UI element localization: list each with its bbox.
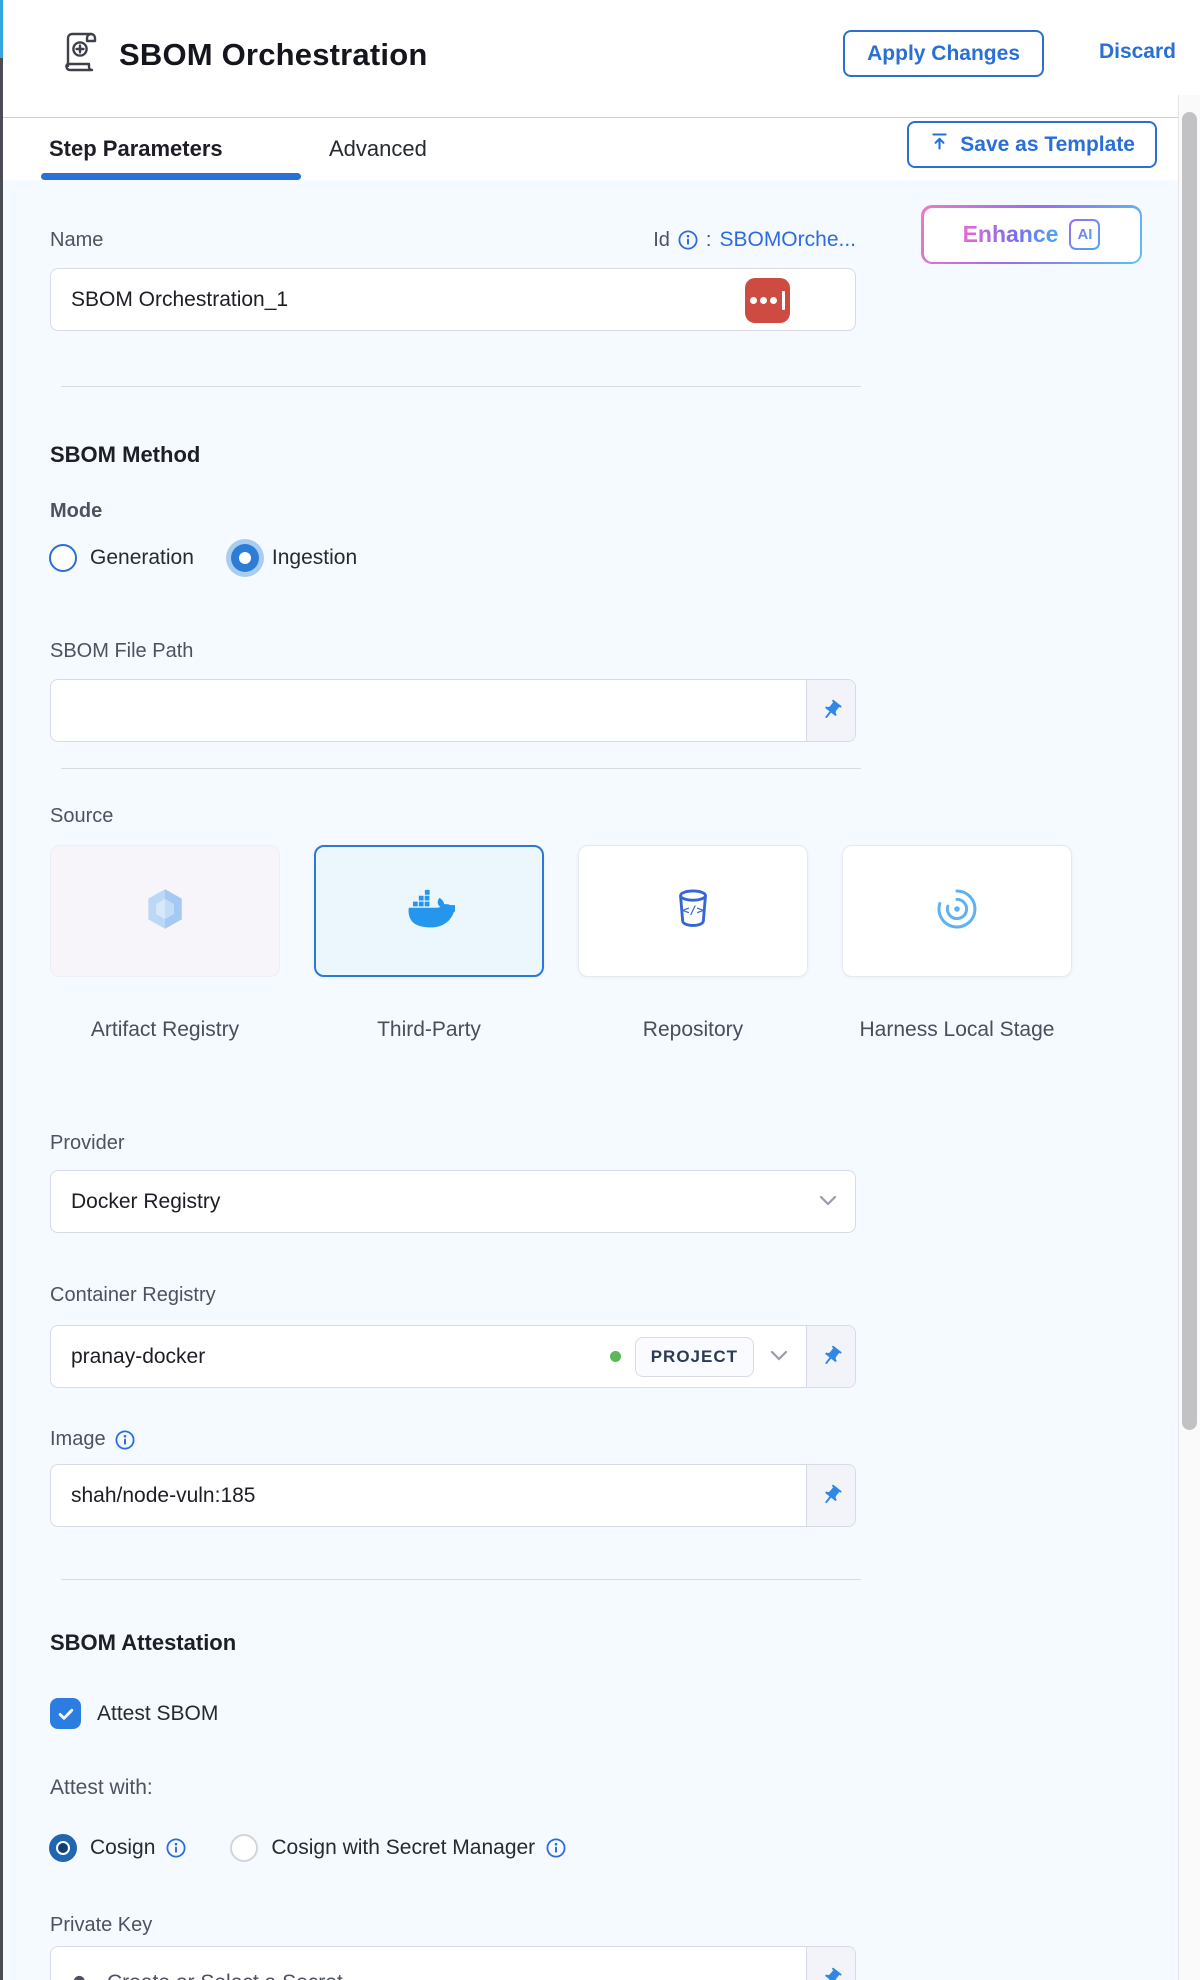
sbom-method-heading: SBOM Method <box>50 442 200 468</box>
pin-button[interactable] <box>806 1326 855 1387</box>
tab-bar: Step Parameters Advanced Save as Templat… <box>3 117 1200 180</box>
discard-button[interactable]: Discard <box>1099 40 1176 64</box>
attest-sbom-label[interactable]: Attest SBOM <box>97 1702 218 1726</box>
ai-badge: AI <box>1069 219 1100 250</box>
radio-ingestion-label[interactable]: Ingestion <box>272 546 357 570</box>
docker-icon <box>403 883 455 940</box>
section-divider <box>61 1579 861 1580</box>
tab-advanced[interactable]: Advanced <box>329 118 427 180</box>
enhance-ai-button[interactable]: Enhance AI <box>921 205 1142 264</box>
radio-ingestion[interactable] <box>231 544 259 572</box>
info-icon[interactable] <box>546 1838 566 1858</box>
image-label: Image <box>50 1428 106 1451</box>
sbom-step-panel: SBOM Orchestration Apply Changes Discard… <box>0 0 1200 1980</box>
id-label: Id <box>653 229 670 252</box>
scrollbar-thumb[interactable] <box>1182 112 1197 1430</box>
source-card-label: Repository <box>578 1016 808 1044</box>
container-registry-label: Container Registry <box>50 1284 216 1307</box>
source-card-label: Artifact Registry <box>50 1016 280 1044</box>
pin-button[interactable] <box>806 1465 855 1526</box>
step-id-value[interactable]: SBOMOrche... <box>719 228 856 252</box>
attest-sbom-checkbox[interactable] <box>50 1698 81 1729</box>
svg-text:</>: </> <box>682 902 703 916</box>
source-card-third-party[interactable] <box>314 845 544 977</box>
active-tab-indicator <box>41 173 301 180</box>
key-icon <box>73 1971 95 1980</box>
provider-selected-value: Docker Registry <box>51 1190 819 1214</box>
source-card-harness-local-stage[interactable] <box>842 845 1072 977</box>
info-icon[interactable] <box>166 1838 186 1858</box>
private-key-field[interactable]: Create or Select a Secret <box>50 1946 856 1980</box>
panel-header: SBOM Orchestration Apply Changes Discard <box>3 0 1200 117</box>
source-card-repository[interactable]: </> <box>578 845 808 977</box>
private-key-placeholder: Create or Select a Secret <box>107 1971 343 1980</box>
source-card-label: Harness Local Stage <box>842 1016 1072 1044</box>
provider-select[interactable]: Docker Registry <box>50 1170 856 1233</box>
container-registry-field: PROJECT <box>50 1325 856 1388</box>
section-divider <box>61 386 861 387</box>
scrollbar-track[interactable] <box>1178 95 1200 1980</box>
name-label: Name <box>50 229 103 252</box>
container-registry-input[interactable] <box>51 1326 610 1387</box>
info-icon[interactable] <box>678 230 698 250</box>
provider-label: Provider <box>50 1132 124 1155</box>
attest-with-radio-group: Cosign Cosign with Secret Manager <box>49 1834 566 1862</box>
name-input[interactable] <box>51 269 855 330</box>
sbom-attestation-heading: SBOM Attestation <box>50 1630 236 1656</box>
sbom-scroll-icon <box>57 28 105 81</box>
file-path-input[interactable] <box>51 680 806 741</box>
chevron-down-icon <box>819 1193 837 1211</box>
upload-icon <box>929 131 950 158</box>
pin-button[interactable] <box>806 1947 855 1980</box>
info-icon[interactable] <box>115 1430 135 1450</box>
section-divider <box>61 768 861 769</box>
mode-label: Mode <box>50 500 102 523</box>
connector-status-dot <box>610 1351 621 1362</box>
mode-radio-group: Generation Ingestion <box>49 544 357 572</box>
source-label: Source <box>50 805 113 828</box>
attest-with-label: Attest with: <box>50 1776 153 1800</box>
file-path-label: SBOM File Path <box>50 640 193 663</box>
radio-cosign-secret-manager[interactable] <box>230 1834 258 1862</box>
private-key-label: Private Key <box>50 1914 152 1937</box>
radio-cosign-secret-manager-label[interactable]: Cosign with Secret Manager <box>271 1836 535 1860</box>
radio-generation[interactable] <box>49 544 77 572</box>
tab-step-parameters[interactable]: Step Parameters <box>49 118 223 180</box>
radio-generation-label[interactable]: Generation <box>90 546 194 570</box>
artifact-registry-icon <box>140 884 190 939</box>
source-card-artifact-registry[interactable] <box>50 845 280 977</box>
page-title: SBOM Orchestration <box>119 37 427 73</box>
chevron-down-icon[interactable] <box>770 1348 788 1366</box>
image-input[interactable] <box>51 1465 806 1526</box>
browser-extension-icon[interactable] <box>745 278 790 323</box>
save-as-template-button[interactable]: Save as Template <box>907 121 1157 168</box>
step-parameters-form: Name Id : SBOMOrche... Enhance AI <box>3 180 1178 1980</box>
apply-changes-button[interactable]: Apply Changes <box>843 30 1044 77</box>
scope-badge: PROJECT <box>635 1337 754 1377</box>
radio-cosign-label[interactable]: Cosign <box>90 1836 155 1860</box>
harness-local-stage-icon <box>933 885 981 938</box>
repository-icon: </> <box>670 886 716 937</box>
pin-button[interactable] <box>806 680 855 741</box>
id-separator: : <box>706 229 712 252</box>
radio-cosign[interactable] <box>49 1834 77 1862</box>
source-card-label: Third-Party <box>314 1016 544 1044</box>
